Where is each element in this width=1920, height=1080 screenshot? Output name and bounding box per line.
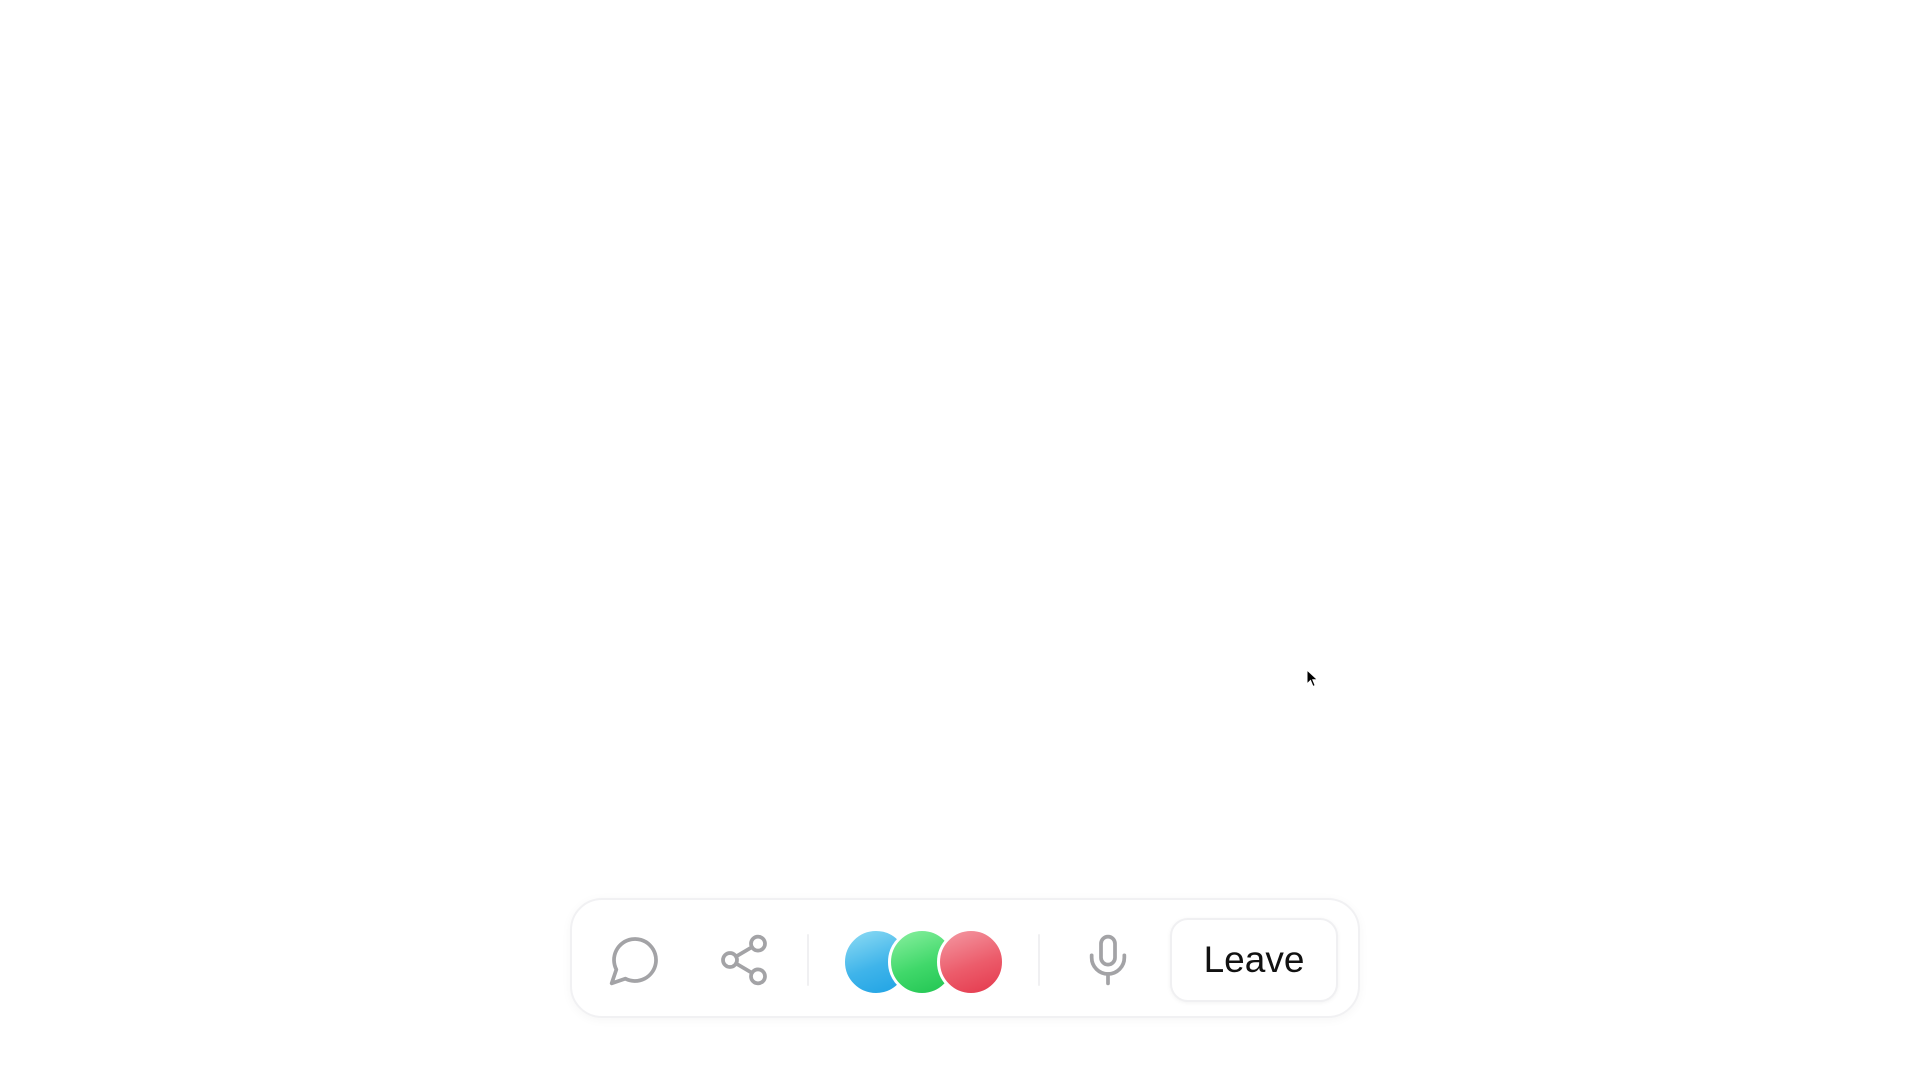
share-button[interactable] [710, 926, 778, 994]
chat-bubble-icon [609, 937, 658, 986]
participant-avatars[interactable] [842, 928, 1012, 996]
call-control-bar: Leave [570, 898, 1360, 1018]
microphone-icon [1089, 934, 1127, 986]
participant-avatar[interactable] [937, 928, 1005, 996]
arrow-cursor-icon [1306, 669, 1319, 688]
leave-button[interactable]: Leave [1170, 918, 1338, 1002]
blank-canvas: Leave [0, 0, 1920, 1080]
divider [1038, 934, 1040, 986]
microphone-button[interactable] [1074, 926, 1142, 994]
share-icon [721, 934, 767, 986]
chat-button[interactable] [601, 926, 669, 994]
divider [807, 934, 809, 986]
